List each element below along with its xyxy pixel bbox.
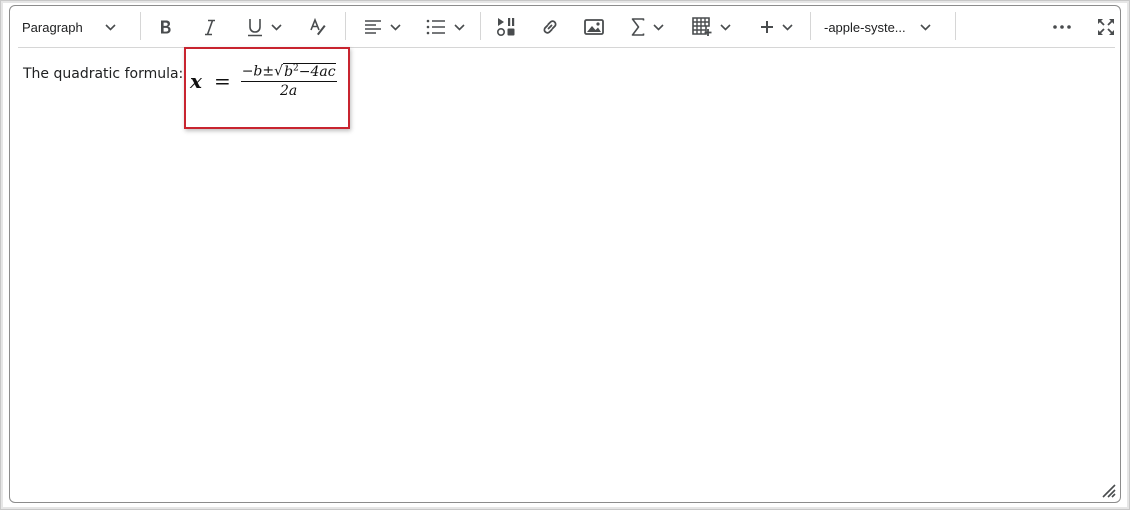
chevron-down-icon — [105, 23, 116, 31]
underline-button[interactable] — [240, 13, 288, 41]
editor-body[interactable]: The quadratic formula: — [23, 66, 183, 82]
radicand-rest: −4ac — [298, 63, 336, 80]
bullet-list-icon — [426, 19, 445, 35]
block-format-label: Paragraph — [22, 19, 83, 35]
more-icon — [1053, 25, 1071, 29]
bold-button[interactable] — [152, 13, 180, 41]
radicand: b2−4ac — [283, 62, 336, 80]
image-icon — [584, 19, 604, 35]
chevron-down-icon — [781, 23, 793, 31]
insert-image-button[interactable] — [580, 13, 608, 41]
more-options-button[interactable] — [1048, 13, 1076, 41]
chevron-down-icon — [920, 23, 931, 31]
plus-icon — [760, 21, 773, 33]
radical-sign: √ — [274, 63, 284, 80]
table-icon — [691, 17, 711, 36]
toolbar-divider — [345, 12, 346, 40]
chevron-down-icon — [453, 23, 465, 31]
bold-icon — [161, 20, 171, 33]
insert-link-button[interactable] — [536, 13, 564, 41]
fullscreen-button[interactable] — [1092, 13, 1120, 41]
equation-lhs: x — [190, 69, 202, 93]
media-icon — [496, 18, 515, 37]
italic-button[interactable] — [196, 13, 224, 41]
equation-numerator: −b±√b2−4ac — [240, 62, 337, 82]
sigma-icon — [631, 18, 644, 36]
insert-more-button[interactable] — [754, 13, 798, 41]
chevron-down-icon — [270, 23, 282, 31]
resize-handle-icon[interactable] — [1100, 482, 1116, 498]
list-button[interactable] — [422, 13, 468, 41]
body-text: The quadratic formula: — [23, 66, 184, 82]
equation-equals: = — [213, 69, 231, 93]
rich-text-editor: Paragraph -apple-syste... The quadratic … — [9, 5, 1121, 503]
equation-fraction: −b±√b2−4ac 2a — [240, 62, 337, 99]
align-left-icon — [364, 20, 381, 34]
toolbar-divider — [480, 12, 481, 40]
equation-highlight[interactable]: x = −b±√b2−4ac 2a — [184, 47, 350, 129]
fullscreen-icon — [1098, 19, 1114, 35]
underline-icon — [247, 18, 262, 36]
insert-equation-button[interactable] — [624, 13, 670, 41]
font-family-label: -apple-syste... — [824, 19, 906, 35]
toolbar-divider — [955, 12, 956, 40]
toolbar-divider — [810, 12, 811, 40]
clear-format-icon — [310, 18, 326, 36]
chevron-down-icon — [652, 23, 664, 31]
toolbar-divider — [140, 12, 141, 40]
font-family-dropdown[interactable]: -apple-syste... — [824, 13, 942, 41]
equation-denominator: 2a — [280, 82, 298, 99]
insert-media-button[interactable] — [492, 13, 520, 41]
italic-icon — [205, 19, 215, 35]
chevron-down-icon — [389, 23, 401, 31]
insert-table-button[interactable] — [688, 13, 734, 41]
link-icon — [543, 20, 557, 34]
numerator-prefix: −b± — [241, 63, 275, 80]
quadratic-equation: x = −b±√b2−4ac 2a — [190, 61, 337, 101]
align-button[interactable] — [360, 13, 404, 41]
radicand-base: b — [284, 63, 294, 80]
text-style-button[interactable] — [304, 13, 332, 41]
page-frame: Paragraph -apple-syste... The quadratic … — [0, 0, 1130, 510]
chevron-down-icon — [719, 23, 731, 31]
block-format-dropdown[interactable]: Paragraph — [22, 13, 128, 41]
editor-toolbar: Paragraph -apple-syste... — [18, 6, 1115, 48]
